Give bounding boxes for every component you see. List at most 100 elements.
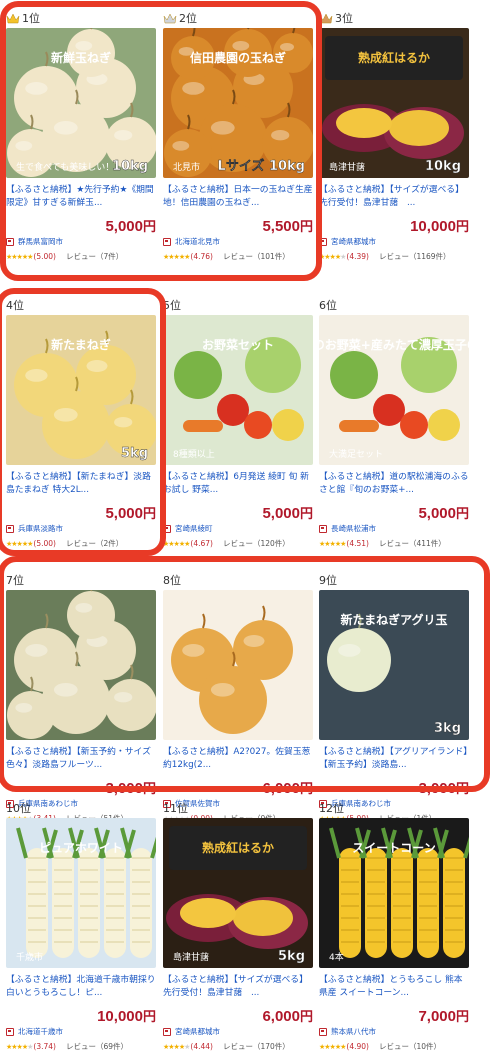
rating-score: (4.67) — [190, 539, 213, 548]
image-caption: 新鮮玉ねぎ — [51, 50, 111, 65]
image-subcaption: 北見市 — [173, 161, 200, 173]
product-card[interactable]: 11位 熟成紅はるか 島津甘藷 5kg 【ふるさと納税】【サイズが選べる】先行受… — [157, 790, 313, 1052]
product-card[interactable]: 4位 新たまねぎ 5kg 【ふるさと納税】【新たまねぎ】淡路島たまねぎ 特大2L… — [0, 287, 156, 549]
image-caption: 熟成紅はるか — [358, 50, 430, 65]
image-subcaption: 8種類以上 — [173, 449, 215, 460]
review-summary: ★★★★★ (4.67) レビュー（120件） — [163, 538, 290, 549]
review-summary: ★★★★★ (5.00) レビュー（2件） — [6, 538, 123, 549]
product-title-link[interactable]: 【ふるさと納税】【サイズが選べる】先行受付！島津甘藷 ... — [319, 184, 469, 214]
review-count-link[interactable]: レビュー（7件） — [66, 251, 123, 262]
image-caption: 旬のお野菜+産みたて濃厚玉子6個 — [319, 337, 469, 352]
location-link[interactable]: 宮崎県綾町 — [163, 523, 213, 534]
municipality-icon — [6, 524, 14, 533]
product-price: 6,000円 — [262, 1008, 313, 1025]
location-link[interactable]: 群馬県富岡市 — [6, 236, 63, 247]
product-title-link[interactable]: 【ふるさと納税】【アグリアイランド】【新玉予約】淡路島... — [319, 746, 469, 776]
review-summary: ★★★★★ (4.90) レビュー（10件） — [319, 1041, 441, 1052]
product-card[interactable]: 12位 スイートコーン 4本 【ふるさと納税】とうもろこし 熊本県産 スイートコ… — [313, 790, 469, 1052]
product-price: 5,000円 — [262, 505, 313, 522]
product-card[interactable]: 1位 新鮮玉ねぎ 生で食べても美味しい！ 10kg 【ふるさと納税】★先行予約★… — [0, 0, 156, 262]
rank-label: 5位 — [163, 299, 181, 312]
product-title-link[interactable]: 【ふるさと納税】北海道千歳市朝採り白いとうもろこし！ピ... — [6, 974, 156, 1004]
product-image[interactable]: ピュアホワイト 千歳市 — [6, 818, 156, 968]
product-card[interactable]: 9位 新たまねぎアグリ玉 3kg 【ふるさと納税】【アグリアイランド】【新玉予約… — [313, 562, 469, 824]
product-title-link[interactable]: 【ふるさと納税】とうもろこし 熊本県産 スイートコーン... — [319, 974, 469, 1004]
product-title-link[interactable]: 【ふるさと納税】日本一の玉ねぎ生産地！信田農園の玉ねぎ... — [163, 184, 313, 214]
product-image[interactable]: 熟成紅はるか 島津甘藷 5kg — [163, 818, 313, 968]
review-summary: ★★★★★ (5.00) レビュー（7件） — [6, 251, 123, 262]
municipality-icon — [163, 237, 171, 246]
product-image[interactable] — [163, 590, 313, 740]
product-title-link[interactable]: 【ふるさと納税】A2?027。佐賀玉葱約12kg(2... — [163, 746, 313, 776]
rating-score: (4.90) — [346, 1042, 369, 1051]
product-card[interactable]: 5位 お野菜セット 8種類以上 【ふるさと納税】6月発送 綾町 旬 新 お試し … — [157, 287, 313, 549]
product-title-link[interactable]: 【ふるさと納税】【サイズが選べる】先行受付！島津甘藷 ... — [163, 974, 313, 1004]
product-image[interactable]: お野菜セット 8種類以上 — [163, 315, 313, 465]
product-card[interactable]: 2位 信田農園の玉ねぎ 北見市 Lサイズ 10kg 【ふるさと納税】日本一の玉ね… — [157, 0, 313, 262]
review-count-link[interactable]: レビュー（10件） — [379, 1041, 441, 1052]
product-image[interactable]: 新たまねぎ 5kg — [6, 315, 156, 465]
location-link[interactable]: 宮崎県都城市 — [163, 1026, 220, 1037]
municipality-icon — [319, 524, 327, 533]
product-image[interactable]: 熟成紅はるか 島津甘藷 10kg — [319, 28, 469, 178]
location-link[interactable]: 長崎県松浦市 — [319, 523, 376, 534]
location-link[interactable]: 北海道北見市 — [163, 236, 220, 247]
product-title-link[interactable]: 【ふるさと納税】★先行予約★《期間限定》甘すぎる新鮮玉... — [6, 184, 156, 214]
rating-score: (3.74) — [33, 1042, 56, 1051]
rating-stars: ★★★★★ — [6, 539, 33, 548]
municipality-icon — [319, 237, 327, 246]
crown-icon — [6, 12, 20, 23]
location-link[interactable]: 北海道千歳市 — [6, 1026, 63, 1037]
image-weight-label: 10kg — [112, 159, 148, 174]
review-count-link[interactable]: レビュー（2件） — [66, 538, 123, 549]
image-subcaption: 大満足セット — [329, 448, 383, 460]
product-image[interactable]: スイートコーン 4本 — [319, 818, 469, 968]
review-count-link[interactable]: レビュー（170件） — [223, 1041, 290, 1052]
review-count-link[interactable]: レビュー（120件） — [223, 538, 290, 549]
review-summary: ★★★★★ (4.44) レビュー（170件） — [163, 1041, 290, 1052]
product-title-link[interactable]: 【ふるさと納税】【新たまねぎ】淡路島たまねぎ 特大2L... — [6, 471, 156, 501]
image-subcaption: 生で食べても美味しい！ — [16, 161, 114, 173]
review-summary: ★★★★★ (4.39) レビュー（1169件） — [319, 251, 451, 262]
location-link[interactable]: 熊本県八代市 — [319, 1026, 376, 1037]
rating-score: (4.39) — [346, 252, 369, 261]
review-count-link[interactable]: レビュー（101件） — [223, 251, 290, 262]
product-image[interactable]: 新鮮玉ねぎ 生で食べても美味しい！ 10kg — [6, 28, 156, 178]
review-count-link[interactable]: レビュー（1169件） — [379, 251, 451, 262]
location-link[interactable]: 兵庫県淡路市 — [6, 523, 63, 534]
product-card[interactable]: 10位 ピュアホワイト 千歳市 【ふるさと納税】北海道千歳市朝採り白いとうもろこ… — [0, 790, 156, 1052]
product-card[interactable]: 3位 熟成紅はるか 島津甘藷 10kg 【ふるさと納税】【サイズが選べる】先行受… — [313, 0, 469, 262]
product-price: 5,000円 — [105, 218, 156, 235]
product-image[interactable] — [6, 590, 156, 740]
product-card[interactable]: 6位 旬のお野菜+産みたて濃厚玉子6個 大満足セット 【ふるさと納税】道の駅松浦… — [313, 287, 469, 549]
image-caption: 信田農園の玉ねぎ — [190, 50, 286, 65]
product-image[interactable]: 新たまねぎアグリ玉 3kg — [319, 590, 469, 740]
image-subcaption: 島津甘藷 — [329, 161, 365, 173]
rating-stars: ★★★★★ — [6, 1042, 33, 1051]
product-image[interactable]: 旬のお野菜+産みたて濃厚玉子6個 大満足セット — [319, 315, 469, 465]
crown-icon — [319, 12, 333, 23]
review-count-link[interactable]: レビュー（411件） — [379, 538, 446, 549]
rating-stars: ★★★★★ — [163, 539, 190, 548]
rating-stars: ★★★★★ — [163, 252, 190, 261]
product-title-link[interactable]: 【ふるさと納税】6月発送 綾町 旬 新 お試し 野菜... — [163, 471, 313, 501]
product-card[interactable]: 8位 【ふるさと納税】A2?027。佐賀玉葱約12kg(2... 6,000円 … — [157, 562, 313, 824]
product-image[interactable]: 信田農園の玉ねぎ 北見市 Lサイズ 10kg — [163, 28, 313, 178]
rating-stars: ★★★★★ — [319, 252, 346, 261]
location-link[interactable]: 宮崎県都城市 — [319, 236, 376, 247]
rank-label: 4位 — [6, 299, 24, 312]
rank-label: 10位 — [6, 802, 31, 815]
product-title-link[interactable]: 【ふるさと納税】道の駅松浦海のふるさと館『旬のお野菜+... — [319, 471, 469, 501]
rank-label: 2位 — [163, 10, 197, 26]
rating-score: (5.00) — [33, 252, 56, 261]
rank-label: 11位 — [163, 802, 188, 815]
image-caption: 熟成紅はるか — [202, 840, 274, 855]
product-card[interactable]: 7位 【ふるさと納税】【新玉予約・サイズ色々】淡路島フルーツ... 3,000円… — [0, 562, 156, 824]
rating-score: (4.76) — [190, 252, 213, 261]
review-count-link[interactable]: レビュー（69件） — [66, 1041, 128, 1052]
product-title-link[interactable]: 【ふるさと納税】【新玉予約・サイズ色々】淡路島フルーツ... — [6, 746, 156, 776]
product-price: 5,000円 — [418, 505, 469, 522]
rank-label: 12位 — [319, 802, 344, 815]
image-subcaption: 4本 — [329, 951, 344, 963]
image-caption: スイートコーン — [352, 841, 435, 855]
